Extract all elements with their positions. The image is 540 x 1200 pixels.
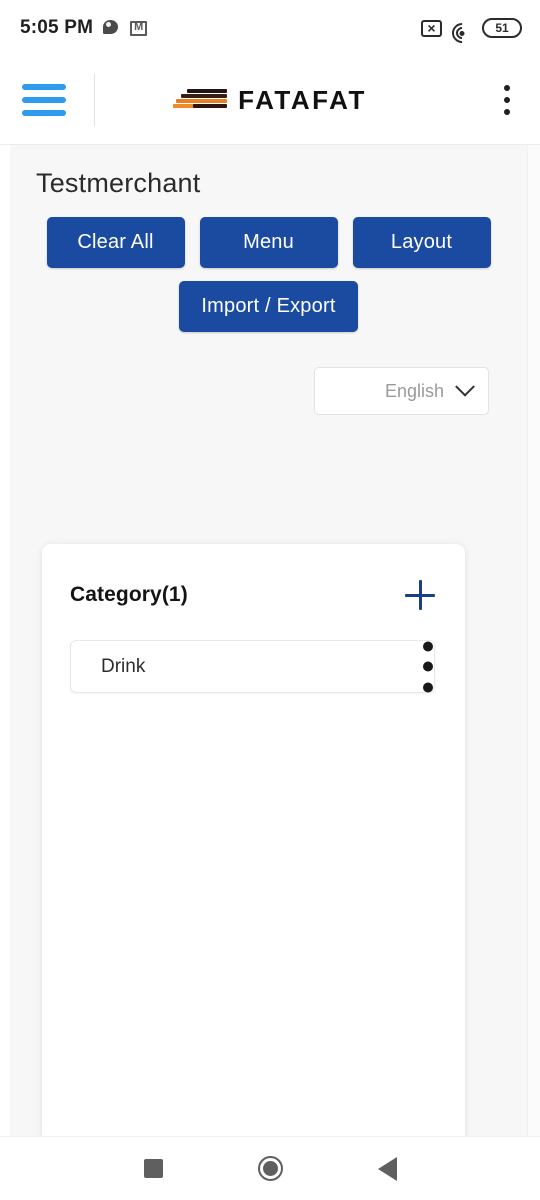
list-item[interactable]: Drink — [70, 640, 435, 693]
fatafat-logo-icon — [173, 87, 228, 113]
chat-bubble-icon — [103, 19, 120, 37]
phone-screen: 5:05 PM 51 FATAFAT — [0, 0, 540, 1200]
gmail-icon — [130, 20, 148, 36]
chevron-down-icon — [455, 376, 475, 397]
wifi-icon — [447, 18, 477, 47]
language-selected-value: English — [384, 380, 444, 401]
header-divider — [94, 74, 95, 126]
category-title: Category(1) — [70, 583, 188, 606]
category-list: Drink — [42, 612, 465, 693]
page-body: Testmerchant Clear All Menu Layout Impor… — [0, 145, 540, 1136]
square-recents-icon[interactable] — [143, 1159, 163, 1178]
status-bar: 5:05 PM 51 — [0, 0, 540, 56]
status-bar-left: 5:05 PM — [20, 17, 148, 39]
category-item-label: Drink — [101, 655, 146, 677]
more-vertical-icon[interactable] — [416, 639, 440, 694]
clear-all-button[interactable]: Clear All — [46, 217, 185, 268]
app-header: FATAFAT — [0, 56, 540, 145]
import-export-button[interactable]: Import / Export — [179, 281, 358, 332]
status-bar-right: 51 — [421, 18, 522, 47]
language-select[interactable]: English — [314, 367, 489, 415]
action-row-secondary: Import / Export — [10, 281, 527, 332]
page-left-edge — [0, 145, 10, 1136]
battery-indicator: 51 — [482, 18, 522, 38]
triangle-back-icon[interactable] — [377, 1156, 397, 1181]
more-vertical-icon[interactable] — [494, 83, 520, 117]
language-selector-wrap: English — [10, 345, 527, 415]
status-bar-clock: 5:05 PM — [20, 17, 94, 38]
menu-button[interactable]: Menu — [199, 217, 338, 268]
category-card: Category(1) Drink — [42, 544, 465, 1136]
action-row-primary: Clear All Menu Layout — [10, 217, 527, 268]
brand-logo: FATAFAT — [0, 56, 540, 144]
page-title: Testmerchant — [36, 168, 201, 198]
hamburger-menu-icon[interactable] — [22, 83, 66, 117]
page-content: Testmerchant Clear All Menu Layout Impor… — [10, 145, 527, 1136]
layout-button[interactable]: Layout — [352, 217, 491, 268]
brand-name: FATAFAT — [238, 84, 367, 115]
action-buttons: Clear All Menu Layout Import / Export — [10, 199, 527, 332]
no-sim-icon — [421, 19, 442, 37]
android-navigation-bar — [0, 1136, 540, 1200]
plus-icon[interactable] — [403, 578, 437, 612]
page-right-edge — [527, 145, 540, 1136]
category-card-header: Category(1) — [42, 544, 465, 612]
circle-home-icon[interactable] — [257, 1156, 283, 1181]
